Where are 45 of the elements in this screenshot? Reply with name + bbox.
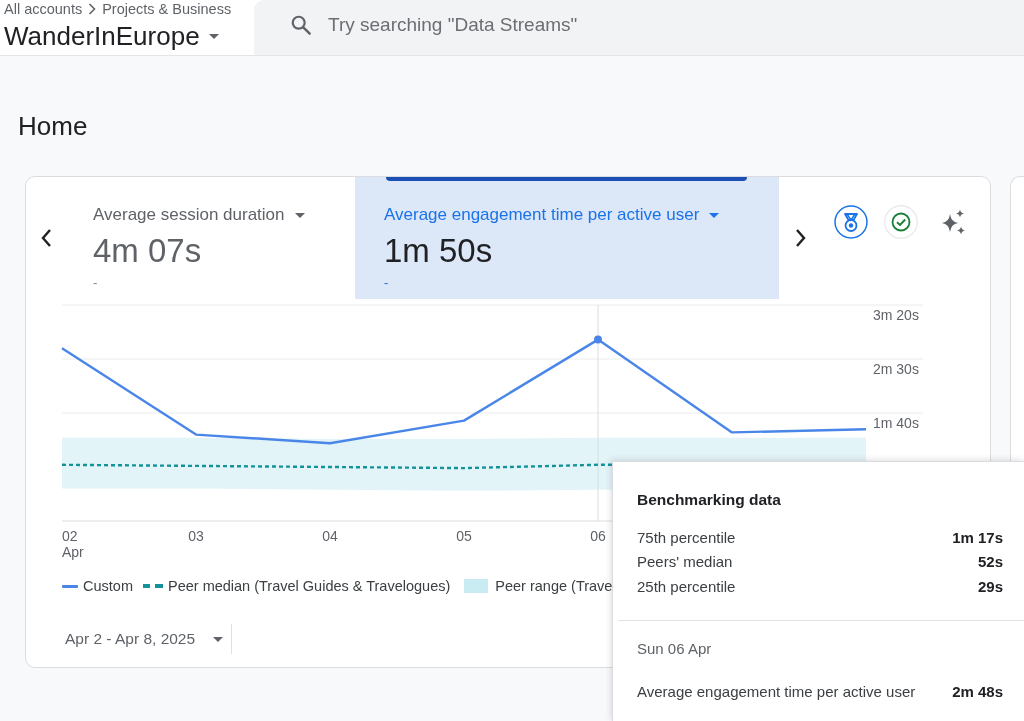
axis-label: 3m 20s — [873, 307, 919, 323]
tooltip-label: 25th percentile — [637, 577, 736, 595]
legend-label: Custom — [83, 577, 133, 596]
tooltip-title: Benchmarking data — [637, 490, 781, 510]
metric-tab[interactable]: Average engagement time per active user 1m 50s - — [355, 177, 779, 299]
metric-value: 1m 50s — [384, 232, 493, 270]
chevron-left-icon[interactable] — [40, 228, 52, 248]
metric-dropdown[interactable]: Average engagement time per active user — [384, 204, 720, 226]
axis-label: 1m 40s — [873, 415, 919, 431]
caret-icon — [213, 636, 224, 642]
caret-icon — [294, 212, 305, 218]
tooltip-label: Average engagement time per active user — [637, 683, 916, 701]
metric-value: 4m 07s — [93, 232, 202, 270]
metric-dropdown[interactable]: Average session duration — [93, 204, 305, 226]
page-title: Home — [18, 110, 88, 142]
property-selector[interactable]: WanderInEurope — [4, 21, 219, 51]
chevron-right-icon[interactable] — [795, 228, 807, 248]
medal-icon[interactable] — [834, 205, 868, 239]
tooltip-value: 52s — [977, 553, 1003, 571]
tooltip-value: 1m 17s — [952, 528, 1003, 546]
axis-label: 2m 30s — [873, 361, 919, 377]
legend-label: Peer range (Trave — [495, 577, 613, 596]
breadcrumb-link[interactable]: Projects & Business — [102, 0, 232, 18]
check-circle-icon[interactable] — [884, 205, 918, 239]
legend-label: Peer median (Travel Guides & Travelogues) — [167, 577, 451, 596]
chevron-right-icon — [88, 3, 97, 15]
breadcrumb-link[interactable]: All accounts — [4, 0, 83, 18]
axis-label: 06 — [590, 528, 606, 544]
tooltip-label: Peers' median — [637, 553, 733, 571]
axis-label: 04 — [322, 528, 338, 544]
caret-icon — [208, 33, 219, 39]
change-indicator: - — [93, 275, 98, 291]
axis-label: 02 Apr — [62, 528, 84, 560]
search-icon[interactable] — [290, 14, 312, 36]
tooltip-value: 2m 48s — [952, 683, 1003, 701]
change-indicator: - — [384, 275, 389, 291]
tooltip-date: Sun 06 Apr — [637, 638, 712, 659]
tooltip-label: 75th percentile — [637, 528, 736, 546]
caret-icon — [709, 212, 720, 218]
axis-label: 05 — [456, 528, 472, 544]
date-range-dropdown[interactable]: Apr 2 - Apr 8, 2025 — [61, 624, 228, 654]
search-field[interactable]: Try searching "Data Streams" — [328, 13, 628, 37]
data-point-icon — [594, 335, 602, 344]
tooltip-value: 29s — [977, 577, 1003, 595]
axis-label: 03 — [188, 528, 204, 544]
